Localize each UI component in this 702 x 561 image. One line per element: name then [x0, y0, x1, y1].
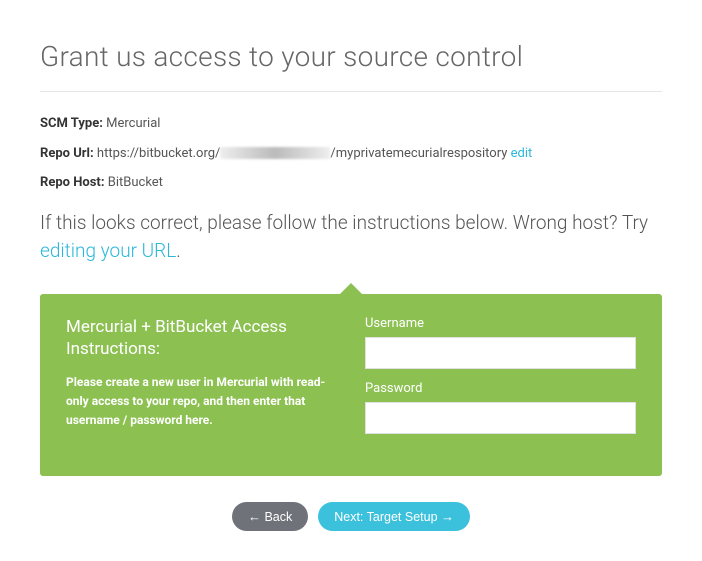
instruction-text: If this looks correct, please follow the… — [40, 209, 662, 266]
scm-type-value: Mercurial — [106, 116, 160, 131]
panel-body: Please create a new user in Mercurial wi… — [66, 373, 337, 429]
repo-url-suffix: /myprivatemecurialrespository — [330, 146, 507, 161]
scm-type-label: SCM Type: — [40, 116, 103, 131]
scm-type-line: SCM Type: Mercurial — [40, 114, 662, 134]
button-row: ← Back Next: Target Setup → — [40, 502, 662, 531]
repo-host-line: Repo Host: BitBucket — [40, 173, 662, 193]
instruction-after: . — [176, 239, 181, 262]
panel-title: Mercurial + BitBucket Access Instruction… — [66, 316, 337, 362]
password-input[interactable] — [365, 402, 636, 434]
repo-url-line: Repo Url: https://bitbucket.org/ /mypriva… — [40, 144, 662, 164]
password-group: Password — [365, 381, 636, 434]
credentials-panel-wrap: Mercurial + BitBucket Access Instruction… — [40, 294, 662, 476]
arrow-left-icon: ← — [248, 509, 261, 524]
back-button-label: Back — [264, 510, 292, 524]
edit-url-inline-link[interactable]: editing your URL — [40, 239, 176, 262]
next-button-label: Next: Target Setup — [334, 510, 437, 524]
repo-url-label: Repo Url: — [40, 146, 94, 161]
next-button[interactable]: Next: Target Setup → — [318, 502, 470, 531]
arrow-right-icon: → — [441, 509, 454, 524]
repo-url-redacted — [220, 147, 330, 159]
back-button[interactable]: ← Back — [232, 502, 308, 531]
repo-host-label: Repo Host: — [40, 175, 105, 190]
username-label: Username — [365, 316, 636, 331]
username-input[interactable] — [365, 337, 636, 369]
repo-host-value: BitBucket — [108, 175, 163, 190]
credentials-panel: Mercurial + BitBucket Access Instruction… — [40, 294, 662, 476]
page-title: Grant us access to your source control — [40, 40, 662, 73]
edit-url-link[interactable]: edit — [511, 146, 533, 161]
password-label: Password — [365, 381, 636, 396]
panel-arrow-icon — [339, 283, 363, 295]
title-divider — [40, 91, 662, 92]
panel-instructions: Mercurial + BitBucket Access Instruction… — [66, 316, 337, 446]
panel-form: Username Password — [365, 316, 636, 446]
username-group: Username — [365, 316, 636, 369]
repo-url-prefix: https://bitbucket.org/ — [97, 146, 221, 161]
instruction-before: If this looks correct, please follow the… — [40, 211, 648, 234]
